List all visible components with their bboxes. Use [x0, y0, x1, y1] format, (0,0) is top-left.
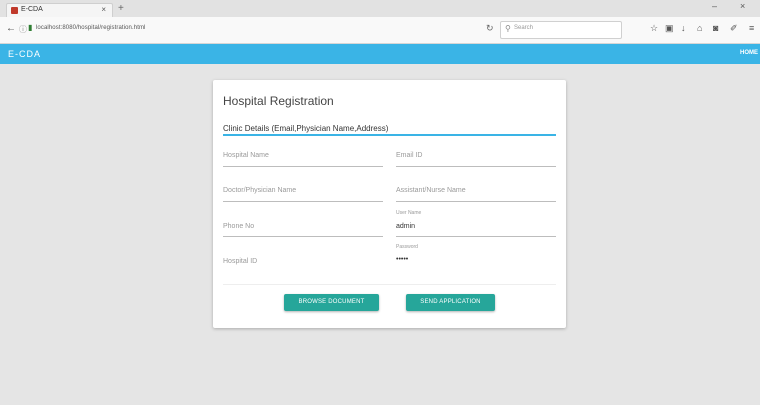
field-underline: [223, 166, 383, 167]
field-underline: [396, 201, 556, 202]
section-label: Clinic Details (Email,Physician Name,Add…: [223, 124, 389, 133]
menu-icon[interactable]: ≡: [749, 23, 754, 33]
pocket-icon[interactable]: ◙: [713, 23, 718, 33]
send-application-button[interactable]: SEND APPLICATION: [406, 294, 495, 311]
bookmark-star-icon[interactable]: ☆: [650, 23, 658, 34]
extension-icon[interactable]: ✐: [730, 23, 738, 34]
clipboard-icon[interactable]: ▣: [665, 23, 674, 34]
field-underline: [396, 236, 556, 237]
field-underline: [223, 201, 383, 202]
favicon-icon: [11, 7, 18, 14]
email-id-placeholder: Email ID: [396, 152, 423, 159]
search-placeholder: Search: [514, 25, 534, 31]
reload-icon[interactable]: ↻: [486, 23, 494, 34]
tab-close-icon[interactable]: ×: [101, 5, 106, 14]
minimize-button[interactable]: –: [712, 1, 717, 11]
address-bar[interactable]: localhost:8080/hospital/registration.htm…: [36, 25, 146, 31]
tab-title: E-CDA: [21, 6, 43, 13]
browse-document-button[interactable]: BROWSE DOCUMENT: [284, 294, 379, 311]
user-name-field[interactable]: User Name admin: [396, 210, 556, 238]
password-value: •••••: [396, 256, 409, 263]
doctor-name-field[interactable]: Doctor/Physician Name: [223, 185, 383, 205]
app-header: E-CDA HOME: [0, 44, 760, 64]
phone-no-field[interactable]: Phone No: [223, 210, 383, 238]
browser-tab[interactable]: E-CDA ×: [6, 3, 113, 18]
divider: [223, 284, 556, 285]
user-name-value: admin: [396, 223, 416, 230]
download-icon[interactable]: ↓: [681, 23, 686, 33]
search-icon: ⚲: [505, 24, 511, 33]
lock-icon: ▮: [28, 23, 33, 32]
password-label: Password: [396, 244, 418, 250]
doctor-name-placeholder: Doctor/Physician Name: [223, 187, 297, 194]
brand-logo[interactable]: E-CDA: [8, 49, 41, 59]
hospital-name-field[interactable]: Hospital Name: [223, 150, 383, 170]
info-icon[interactable]: ⓘ: [19, 24, 27, 35]
nav-home-link[interactable]: HOME: [740, 50, 758, 56]
browser-toolbar: ← ⓘ ▮ localhost:8080/hospital/registrati…: [0, 17, 760, 44]
field-underline: [396, 166, 556, 167]
assistant-name-placeholder: Assistant/Nurse Name: [396, 187, 466, 194]
email-id-field[interactable]: Email ID: [396, 150, 556, 170]
field-underline: [223, 236, 383, 237]
close-window-button[interactable]: ×: [740, 1, 745, 11]
browser-tab-strip: E-CDA × + – ×: [0, 0, 760, 18]
assistant-name-field[interactable]: Assistant/Nurse Name: [396, 185, 556, 205]
hospital-id-field[interactable]: Hospital ID: [223, 244, 383, 272]
back-arrow-icon[interactable]: ←: [6, 23, 16, 34]
password-field[interactable]: Password •••••: [396, 244, 556, 272]
page-title: Hospital Registration: [223, 94, 334, 108]
hospital-id-placeholder: Hospital ID: [223, 258, 258, 265]
registration-card: Hospital Registration Clinic Details (Em…: [213, 80, 566, 328]
search-input[interactable]: ⚲ Search: [500, 21, 622, 39]
section-underline: [223, 134, 556, 136]
phone-no-placeholder: Phone No: [223, 223, 255, 230]
home-icon[interactable]: ⌂: [697, 23, 702, 33]
user-name-label: User Name: [396, 210, 422, 216]
hospital-name-placeholder: Hospital Name: [223, 152, 269, 159]
new-tab-button[interactable]: +: [118, 3, 124, 14]
